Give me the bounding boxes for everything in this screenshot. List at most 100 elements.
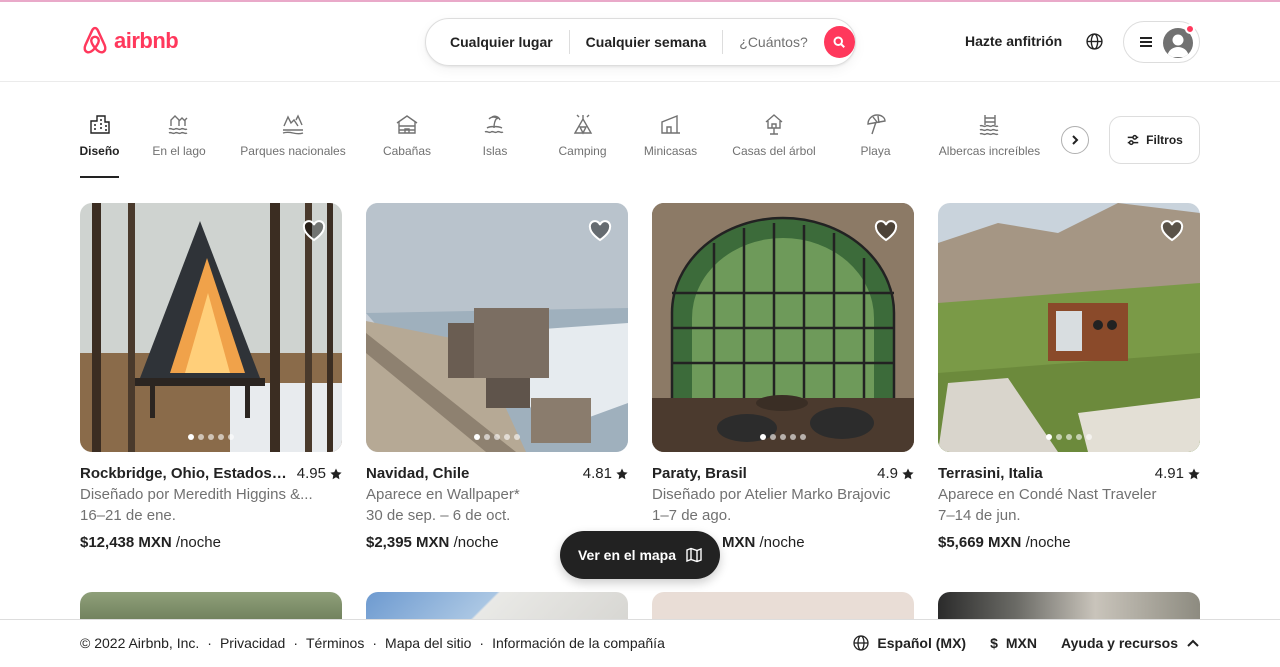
notification-dot [1185, 24, 1195, 34]
listing-photo[interactable] [652, 203, 914, 452]
footer: © 2022 Airbnb, Inc. · Privacidad · Térmi… [0, 619, 1280, 667]
listing-price: $5,669 MXN /noche [938, 534, 1200, 551]
category-amazing-pools[interactable]: Albercas increíbles [936, 112, 1043, 158]
search-week[interactable]: Cualquier semana [570, 34, 723, 50]
search-guests[interactable]: ¿Cuántos? [723, 34, 821, 50]
user-menu-button[interactable] [1123, 21, 1200, 63]
hamburger-menu-icon [1140, 37, 1152, 47]
search-button[interactable] [823, 26, 856, 58]
rating-value: 4.95 [296, 465, 326, 482]
listing-title: Terrasini, Italia [938, 465, 1043, 482]
search-location[interactable]: Cualquier lugar [426, 34, 569, 50]
listing-card[interactable]: Paraty, Brasil 4.9 Diseñado por Atelier … [652, 203, 914, 551]
price-unit: /noche [759, 534, 805, 551]
category-treehouses[interactable]: Casas del árbol [731, 112, 817, 158]
price-amount: $12,438 MXN [80, 534, 172, 551]
rating-value: 4.81 [582, 465, 612, 482]
filters-label: Filtros [1146, 133, 1183, 147]
beach-icon [866, 114, 886, 135]
photo-pagination-dots [80, 434, 342, 440]
become-host-link[interactable]: Hazte anfitrión [965, 33, 1062, 49]
footer-link-company-info[interactable]: Información de la compañía [492, 635, 665, 651]
listing-photo-partial[interactable] [938, 592, 1200, 622]
footer-currency-button[interactable]: $ MXN [990, 635, 1037, 651]
category-label: Islas [482, 144, 508, 158]
listing-subtitle: Aparece en Condé Nast Traveler [938, 486, 1157, 503]
price-unit: /noche [1025, 534, 1071, 551]
category-cabins[interactable]: Cabañas [382, 112, 432, 158]
category-camping[interactable]: Camping [557, 112, 608, 158]
category-lake[interactable]: En el lago [152, 112, 206, 158]
categories-next-button[interactable] [1061, 126, 1089, 154]
favorite-heart-icon[interactable] [874, 220, 898, 247]
pool-icon [979, 115, 998, 136]
chevron-right-icon [1072, 135, 1079, 145]
globe-icon [853, 635, 870, 651]
category-label: Casas del árbol [732, 144, 816, 158]
favorite-heart-icon[interactable] [302, 220, 326, 247]
listing-photo[interactable] [80, 203, 342, 452]
listing-photo[interactable] [938, 203, 1200, 452]
price-amount: MXN [722, 534, 756, 551]
listing-photo-partial[interactable] [366, 592, 628, 622]
star-icon [616, 468, 628, 479]
design-icon [89, 115, 110, 134]
footer-link-privacy[interactable]: Privacidad [220, 635, 285, 651]
footer-link-sitemap[interactable]: Mapa del sitio [385, 635, 471, 651]
price-amount: $2,395 MXN [366, 534, 450, 551]
listing-rating: 4.95 [297, 465, 342, 482]
search-icon [833, 36, 846, 48]
listing-photo[interactable] [366, 203, 628, 452]
footer-link-terms[interactable]: Términos [306, 635, 364, 651]
footer-help-button[interactable]: Ayuda y recursos [1061, 635, 1200, 651]
footer-currency-label: MXN [1005, 635, 1038, 651]
photo-pagination-dots [938, 434, 1200, 440]
category-label: Minicasas [643, 144, 698, 158]
listing-dates: 16–21 de ene. [80, 507, 176, 524]
island-icon [484, 115, 504, 134]
treehouse-icon [765, 114, 783, 135]
category-tiny-homes[interactable]: Minicasas [643, 112, 698, 158]
price-amount: $5,669 MXN [938, 534, 1022, 551]
airbnb-logo-icon [83, 26, 107, 54]
globe-icon [1086, 33, 1103, 50]
show-map-button[interactable]: Ver en el mapa [560, 531, 720, 579]
footer-language-button[interactable]: Español (MX) [853, 635, 966, 651]
listing-card[interactable]: Rockbridge, Ohio, Estados ... 4.95 Diseñ… [80, 203, 342, 551]
listing-title: Rockbridge, Ohio, Estados ... [80, 465, 288, 482]
chevron-up-icon [1187, 639, 1199, 647]
category-islands[interactable]: Islas [482, 112, 508, 158]
airbnb-logo-text: airbnb [114, 28, 179, 53]
listing-card[interactable]: Terrasini, Italia 4.91 Aparece en Condé … [938, 203, 1200, 551]
airbnb-logo[interactable]: airbnb [80, 24, 179, 58]
star-icon [902, 468, 914, 479]
footer-copyright: © 2022 Airbnb, Inc. [80, 635, 200, 651]
listing-card[interactable]: Navidad, Chile 4.81 Aparece en Wallpaper… [366, 203, 628, 551]
listing-subtitle: Diseñado por Meredith Higgins &... [80, 486, 313, 503]
category-label: Playa [860, 144, 891, 158]
filters-button[interactable]: Filtros [1109, 116, 1200, 164]
national-park-icon [282, 114, 304, 135]
listing-photo-partial[interactable] [80, 592, 342, 622]
listing-rating: 4.91 [1155, 465, 1200, 482]
rating-value: 4.9 [877, 465, 898, 482]
listing-subtitle: Diseñado por Atelier Marko Brajovic [652, 486, 891, 503]
lake-icon [168, 115, 188, 135]
listing-rating: 4.81 [583, 465, 628, 482]
photo-pagination-dots [652, 434, 914, 440]
filters-icon [1127, 134, 1139, 146]
search-bar[interactable]: Cualquier lugar Cualquier semana ¿Cuánto… [425, 18, 856, 66]
category-national-parks[interactable]: Parques nacionales [239, 112, 347, 158]
category-design[interactable]: Diseño [80, 112, 120, 178]
listing-title: Navidad, Chile [366, 465, 470, 482]
listing-photo-partial[interactable] [652, 592, 914, 622]
footer-separator: · [207, 635, 212, 651]
category-label: Parques nacionales [240, 144, 346, 158]
favorite-heart-icon[interactable] [1160, 220, 1184, 247]
favorite-heart-icon[interactable] [588, 220, 612, 247]
star-icon [1188, 468, 1200, 479]
category-beach[interactable]: Playa [860, 112, 891, 158]
listing-dates: 1–7 de ago. [652, 507, 732, 524]
listing-title: Paraty, Brasil [652, 465, 747, 482]
language-button[interactable] [1086, 33, 1103, 55]
